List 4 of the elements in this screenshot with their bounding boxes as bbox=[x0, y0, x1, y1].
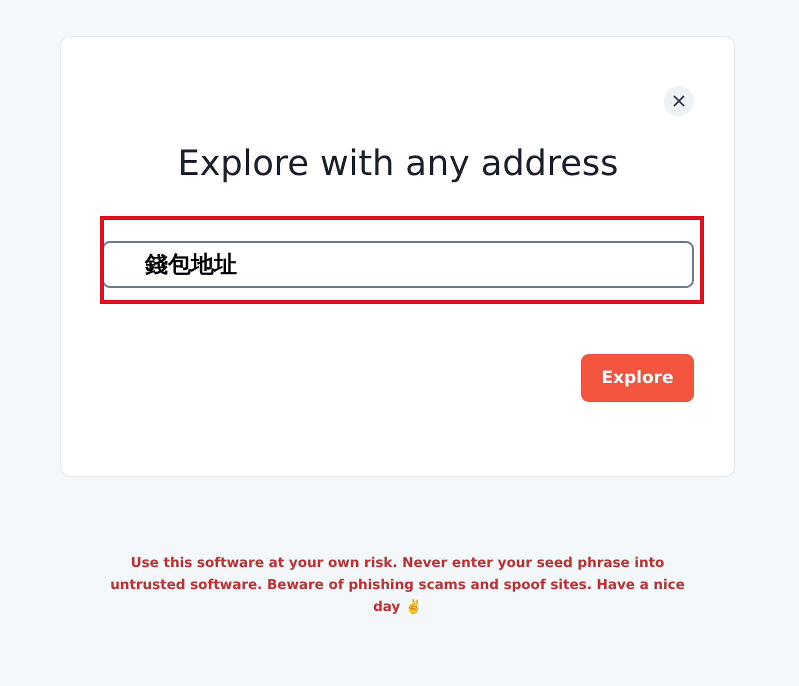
close-button[interactable] bbox=[664, 86, 694, 116]
dialog-title: Explore with any address bbox=[176, 143, 620, 186]
close-icon bbox=[673, 95, 685, 107]
disclaimer-text: Use this software at your own risk. Never enter your seed phrase into untrusted software. Beware of phishing scams and spoof sites. Have a nice day ✌ bbox=[109, 554, 686, 617]
